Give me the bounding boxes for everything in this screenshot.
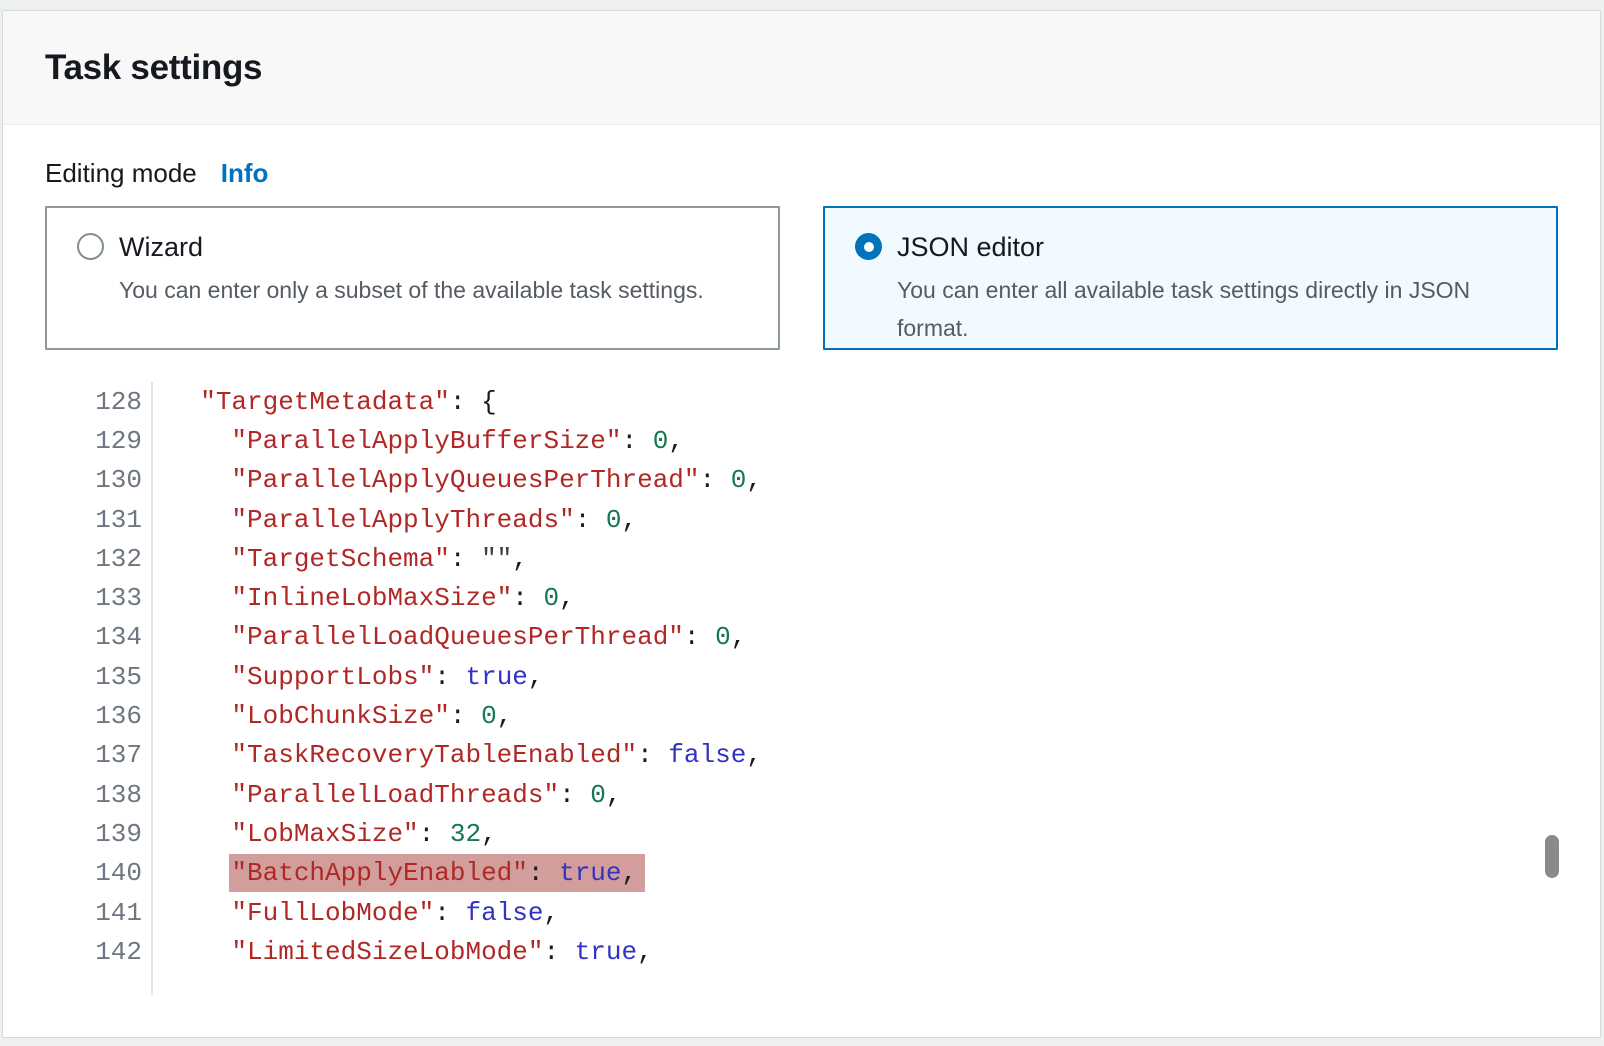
- code-text[interactable]: "ParallelApplyThreads": 0,: [153, 505, 637, 535]
- panel-header: Task settings: [3, 11, 1600, 125]
- code-text[interactable]: "LobMaxSize": 32,: [153, 819, 497, 849]
- highlighted-code[interactable]: "BatchApplyEnabled": true,: [229, 854, 645, 892]
- info-link[interactable]: Info: [221, 158, 269, 189]
- line-number: 142: [45, 932, 153, 971]
- editing-mode-label: Editing mode: [45, 158, 197, 189]
- tile-wizard-text: Wizard You can enter only a subset of th…: [119, 230, 704, 309]
- code-text[interactable]: "TargetMetadata": {: [153, 387, 497, 417]
- code-line[interactable]: 129 "ParallelApplyBufferSize": 0,: [45, 421, 1558, 460]
- line-number: 139: [45, 814, 153, 853]
- code-line[interactable]: 141 "FullLobMode": false,: [45, 893, 1558, 932]
- line-number: 141: [45, 893, 153, 932]
- tile-wizard-label: Wizard: [119, 230, 704, 264]
- scrollbar-thumb[interactable]: [1545, 835, 1559, 878]
- wizard-radio-icon[interactable]: [77, 233, 104, 260]
- line-number: 131: [45, 500, 153, 539]
- json-code-editor[interactable]: 128 "TargetMetadata": {129 "ParallelAppl…: [45, 382, 1558, 995]
- panel-content: Editing mode Info Wizard You can enter o…: [3, 125, 1600, 995]
- code-line[interactable]: 136 "LobChunkSize": 0,: [45, 696, 1558, 735]
- line-number: 134: [45, 618, 153, 657]
- code-text[interactable]: "LimitedSizeLobMode": true,: [153, 937, 653, 967]
- json-editor-radio-icon[interactable]: [855, 233, 882, 260]
- gutter-filler: [45, 971, 153, 995]
- line-number: 130: [45, 461, 153, 500]
- code-text[interactable]: "SupportLobs": true,: [153, 662, 544, 692]
- line-number: 128: [45, 382, 153, 421]
- code-line[interactable]: 142 "LimitedSizeLobMode": true,: [45, 932, 1558, 971]
- code-line[interactable]: 131 "ParallelApplyThreads": 0,: [45, 500, 1558, 539]
- editing-mode-tiles: Wizard You can enter only a subset of th…: [45, 206, 1558, 350]
- code-lines: 128 "TargetMetadata": {129 "ParallelAppl…: [45, 382, 1558, 971]
- code-line[interactable]: 137 "TaskRecoveryTableEnabled": false,: [45, 736, 1558, 775]
- radio-dot: [864, 242, 874, 252]
- code-text[interactable]: "ParallelLoadThreads": 0,: [153, 780, 622, 810]
- line-number: 129: [45, 421, 153, 460]
- code-filler-line[interactable]: [45, 971, 1558, 995]
- code-line[interactable]: 130 "ParallelApplyQueuesPerThread": 0,: [45, 461, 1558, 500]
- line-number: 135: [45, 657, 153, 696]
- code-line[interactable]: 138 "ParallelLoadThreads": 0,: [45, 775, 1558, 814]
- code-text[interactable]: "BatchApplyEnabled": true,: [153, 858, 645, 888]
- line-number: 137: [45, 736, 153, 775]
- task-settings-panel: Task settings Editing mode Info Wizard Y…: [2, 10, 1601, 1038]
- tile-json-editor-text: JSON editor You can enter all available …: [897, 230, 1517, 347]
- code-line[interactable]: 135 "SupportLobs": true,: [45, 657, 1558, 696]
- editing-mode-row: Editing mode Info: [45, 158, 1558, 189]
- code-text[interactable]: "ParallelApplyBufferSize": 0,: [153, 426, 684, 456]
- code-text[interactable]: "ParallelLoadQueuesPerThread": 0,: [153, 622, 746, 652]
- line-number: 132: [45, 539, 153, 578]
- code-line[interactable]: 140 "BatchApplyEnabled": true,: [45, 854, 1558, 893]
- code-line[interactable]: 128 "TargetMetadata": {: [45, 382, 1558, 421]
- tile-wizard[interactable]: Wizard You can enter only a subset of th…: [45, 206, 780, 350]
- page-title: Task settings: [45, 48, 262, 88]
- line-number: 136: [45, 696, 153, 735]
- tile-json-editor-label: JSON editor: [897, 230, 1517, 264]
- tile-wizard-description: You can enter only a subset of the avail…: [119, 271, 704, 309]
- tile-json-editor[interactable]: JSON editor You can enter all available …: [823, 206, 1558, 350]
- tile-json-editor-description: You can enter all available task setting…: [897, 271, 1517, 347]
- code-line[interactable]: 132 "TargetSchema": "",: [45, 539, 1558, 578]
- line-number: 133: [45, 578, 153, 617]
- code-line[interactable]: 139 "LobMaxSize": 32,: [45, 814, 1558, 853]
- code-text[interactable]: "LobChunkSize": 0,: [153, 701, 512, 731]
- code-text[interactable]: "TargetSchema": "",: [153, 544, 528, 574]
- code-line[interactable]: 134 "ParallelLoadQueuesPerThread": 0,: [45, 618, 1558, 657]
- line-number: 140: [45, 854, 153, 893]
- line-number: 138: [45, 775, 153, 814]
- code-line[interactable]: 133 "InlineLobMaxSize": 0,: [45, 578, 1558, 617]
- code-text[interactable]: "TaskRecoveryTableEnabled": false,: [153, 740, 762, 770]
- code-text[interactable]: "FullLobMode": false,: [153, 898, 559, 928]
- code-text[interactable]: "InlineLobMaxSize": 0,: [153, 583, 575, 613]
- code-text[interactable]: "ParallelApplyQueuesPerThread": 0,: [153, 465, 762, 495]
